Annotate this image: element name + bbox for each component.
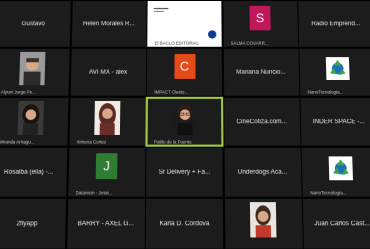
- microphone-muted-icon: [226, 89, 230, 94]
- microphone-muted-icon: [148, 242, 152, 248]
- microphone-muted-icon: [73, 41, 77, 46]
- microphone-muted-icon: [0, 41, 2, 46]
- microphone-muted-icon: [149, 41, 153, 46]
- participant-tile[interactable]: C IMPACT Clesto...: [146, 48, 223, 96]
- participant-name: INDER SPACE -...: [312, 118, 365, 125]
- participant-video: [16, 100, 44, 135]
- participant-name: Rosalba (ella) -...: [3, 168, 54, 176]
- participant-name: SALMA COVARR...: [230, 40, 269, 46]
- participant-tile[interactable]: AVI MX - alex: [70, 48, 146, 96]
- participant-name: El BACLO EDITORIAL: [154, 40, 199, 46]
- participant-tile[interactable]: INDER SPACE -...: [300, 97, 370, 146]
- microphone-muted-icon: [149, 139, 153, 144]
- participant-tile-active-speaker[interactable]: Pablo de la Fuente: [145, 96, 224, 147]
- participant-video: [18, 52, 45, 86]
- participant-name: IMPACT Clesto...: [154, 89, 189, 95]
- participant-tile[interactable]: CineCotiza.com...: [223, 97, 300, 146]
- participant-tile[interactable]: J Datanism - Jessi...: [67, 147, 145, 197]
- avatar-initial: S: [249, 5, 271, 31]
- participant-tile[interactable]: Miranda Arriagu...: [0, 97, 69, 146]
- microphone-muted-icon: [304, 139, 308, 144]
- recycle-logo-icon: [328, 156, 353, 181]
- participant-tile[interactable]: [224, 198, 303, 249]
- participant-video: [249, 202, 277, 238]
- participant-tile[interactable]: Sr Delivery + Fa...: [146, 147, 223, 197]
- participant-name: NanoTecnologia...: [310, 190, 347, 196]
- microphone-muted-icon: [227, 190, 231, 195]
- participant-name: Miranda Arriagu...: [0, 139, 35, 145]
- microphone-muted-icon: [72, 89, 76, 94]
- recycle-logo-icon: [325, 57, 350, 80]
- participant-tile[interactable]: NanoTecnologia...: [301, 147, 370, 197]
- microphone-muted-icon: [69, 242, 73, 248]
- participant-name: 2flyapp: [16, 220, 38, 227]
- participant-tile[interactable]: Alyum Jorge Pe...: [0, 48, 70, 96]
- participant-name: Gustavo: [21, 20, 45, 27]
- participant-tile[interactable]: Mariana Nuncio...: [223, 48, 299, 96]
- zoom-gallery-view: Gustavo Helen Morales R... El BACLO EDITOR…: [0, 0, 370, 249]
- avatar-initial: J: [95, 153, 118, 180]
- avatar-initial: C: [173, 54, 196, 79]
- microphone-muted-icon: [226, 139, 230, 144]
- participant-grid: Gustavo Helen Morales R... El BACLO EDITOR…: [0, 0, 370, 249]
- microphone-muted-icon: [149, 89, 153, 94]
- microphone-muted-icon: [71, 139, 75, 144]
- participant-name: NanoTecnologia...: [307, 89, 344, 95]
- microphone-muted-icon: [227, 242, 231, 248]
- participant-name: AVI MX - alex: [88, 69, 128, 76]
- microphone-muted-icon: [306, 242, 310, 248]
- participant-tile[interactable]: Juan Carlos Cast...: [302, 198, 370, 249]
- participant-tile[interactable]: Gustavo: [0, 0, 71, 47]
- participant-video: [171, 100, 198, 135]
- participant-tile[interactable]: NanoTecnologia...: [299, 48, 370, 96]
- participant-name: Alyum Jorge Pe...: [0, 89, 36, 95]
- participant-tile[interactable]: Karla D. Córdova: [145, 198, 224, 249]
- participant-tile[interactable]: 2flyapp: [0, 198, 67, 249]
- participant-tile[interactable]: Underdogs Aca...: [224, 147, 302, 197]
- participant-tile[interactable]: Helen Morales R...: [71, 0, 147, 47]
- microphone-muted-icon: [302, 89, 306, 94]
- participant-tile[interactable]: El BACLO EDITORIAL: [147, 0, 222, 47]
- participant-video: [94, 100, 121, 135]
- microphone-muted-icon: [305, 190, 309, 195]
- participant-name: Ximena Cortez: [76, 139, 107, 145]
- participant-name: Mariana Nuncio...: [236, 69, 286, 76]
- participant-name: Juan Carlos Cast...: [314, 220, 370, 227]
- participant-name: Underdogs Aca...: [237, 168, 288, 176]
- participant-name: Karla D. Córdova: [159, 220, 210, 227]
- participant-name: Helen Morales R...: [82, 20, 135, 27]
- microphone-muted-icon: [70, 190, 74, 195]
- participant-name: BARRY - AXEL G...: [77, 220, 134, 227]
- participant-tile[interactable]: Ximena Cortez: [68, 97, 146, 146]
- participant-name: Radio Emprend...: [311, 20, 361, 27]
- microphone-muted-icon: [301, 41, 305, 46]
- participant-tile[interactable]: BARRY - AXEL G...: [66, 198, 145, 249]
- microphone-muted-icon: [225, 41, 229, 46]
- participant-tile[interactable]: Rosalba (ella) -...: [0, 147, 68, 197]
- participant-tile[interactable]: S SALMA COVARR...: [222, 0, 298, 47]
- participant-name: CineCotiza.com...: [236, 118, 287, 125]
- microphone-muted-icon: [148, 190, 152, 195]
- participant-tile[interactable]: Radio Emprend...: [298, 0, 370, 47]
- participant-name: Datanism - Jessi...: [75, 190, 113, 196]
- participant-name: Sr Delivery + Fa...: [158, 168, 211, 176]
- participant-name: Pablo de la Fuente: [153, 139, 192, 145]
